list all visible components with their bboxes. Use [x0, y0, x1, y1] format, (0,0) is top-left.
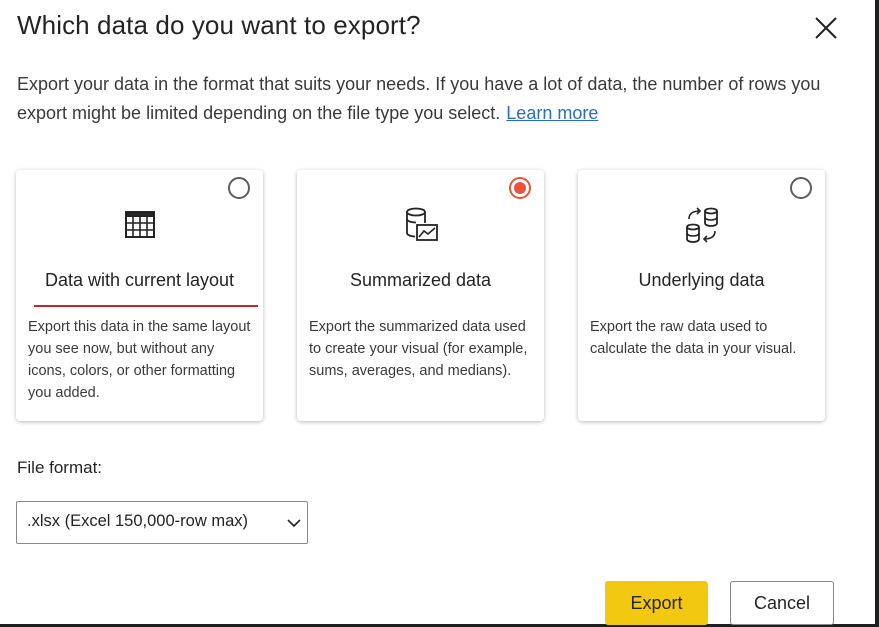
- focus-underline: [34, 305, 258, 307]
- option-description: Export this data in the same layout you …: [28, 319, 251, 401]
- option-description: Export the raw data used to calculate th…: [590, 319, 797, 357]
- close-icon: [815, 17, 837, 39]
- underlying-data-icon: [685, 207, 718, 243]
- option-title: Summarized data: [349, 270, 492, 290]
- dialog-title: Which data do you want to export?: [17, 10, 421, 40]
- dialog-description: Export your data in the format that suit…: [17, 70, 837, 128]
- chevron-down-icon: [287, 519, 301, 528]
- option-title: Underlying data: [638, 270, 765, 290]
- export-button[interactable]: Export: [605, 581, 708, 625]
- learn-more-link[interactable]: Learn more: [506, 103, 598, 123]
- option-card-underlying[interactable]: Underlying data Export the raw data used…: [578, 170, 825, 421]
- option-title: Data with current layout: [44, 270, 235, 290]
- option-card-current-layout[interactable]: Data with current layout Export this dat…: [16, 170, 263, 421]
- close-button[interactable]: [812, 14, 840, 42]
- option-card-summarized[interactable]: Summarized data Export the summarized da…: [297, 170, 544, 421]
- file-format-label: File format:: [17, 458, 103, 477]
- file-format-select[interactable]: .xlsx (Excel 150,000-row max): [16, 501, 308, 544]
- export-dialog: Which data do you want to export? Export…: [0, 0, 879, 627]
- radio-underlying[interactable]: [790, 177, 812, 199]
- summarized-data-icon: [405, 207, 438, 241]
- file-format-value: .xlsx (Excel 150,000-row max): [27, 512, 248, 530]
- radio-summarized[interactable]: [509, 177, 531, 199]
- description-text: Export your data in the format that suit…: [17, 74, 821, 123]
- cancel-button[interactable]: Cancel: [730, 581, 834, 625]
- radio-current-layout[interactable]: [228, 177, 250, 199]
- option-description: Export the summarized data used to creat…: [309, 319, 528, 379]
- table-icon: [124, 211, 155, 238]
